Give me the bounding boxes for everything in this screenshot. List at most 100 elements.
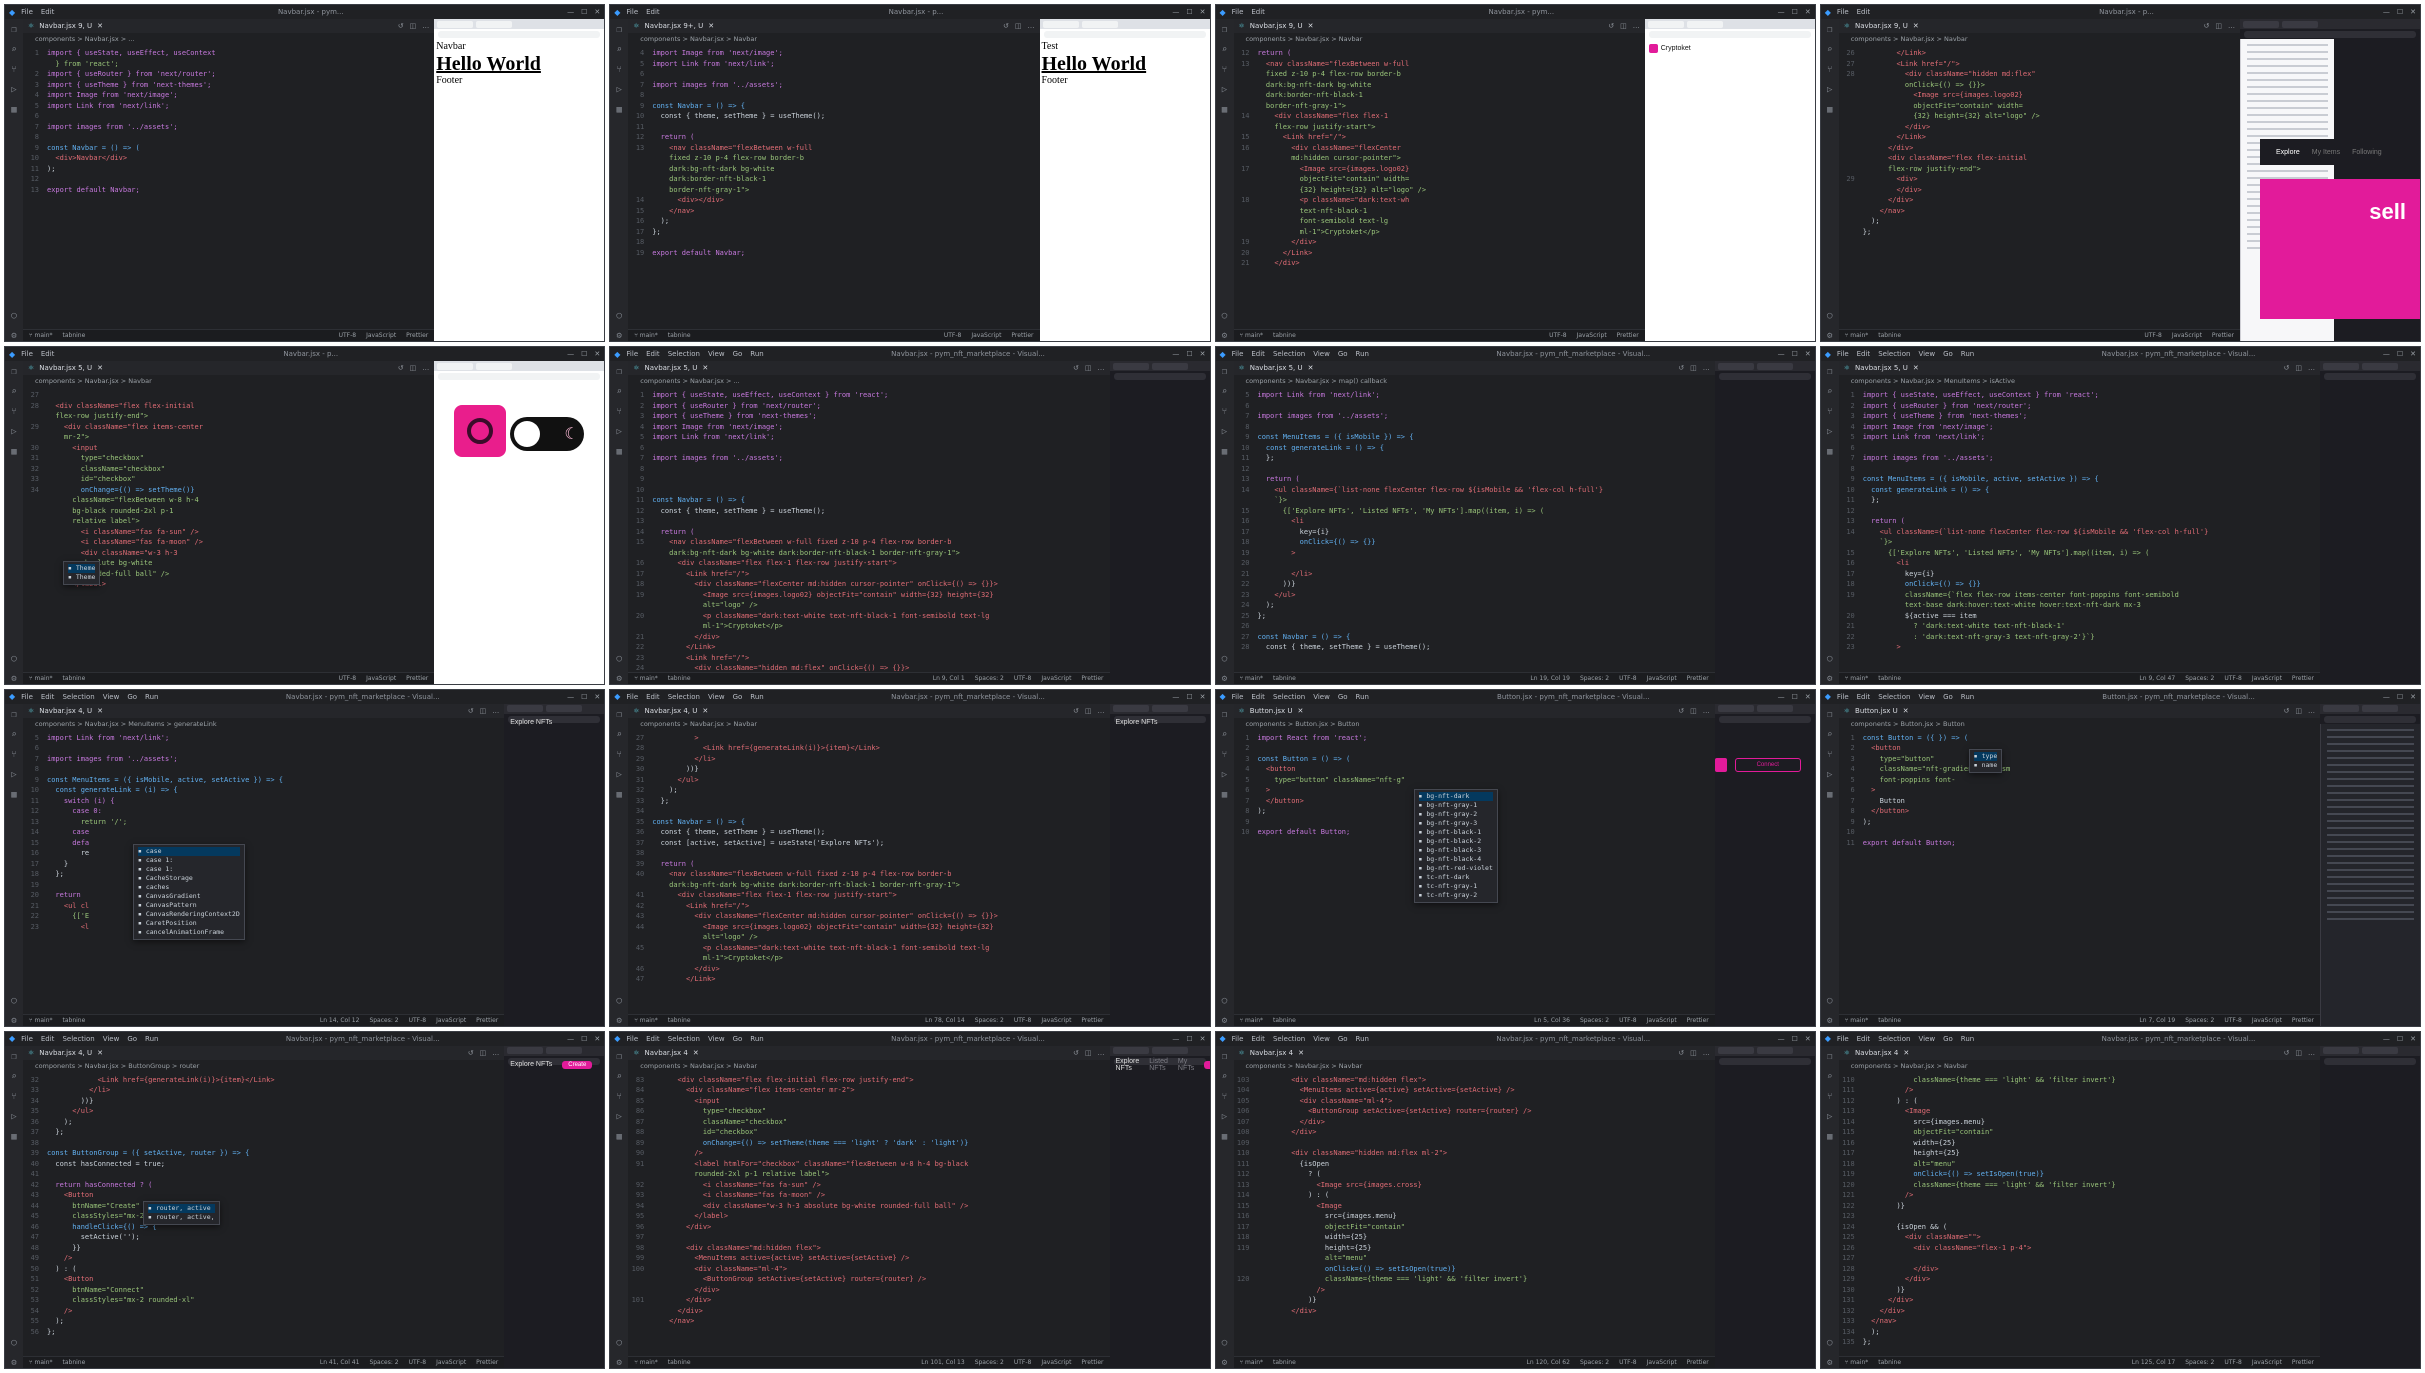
extension-indicator[interactable]: tabnine (1878, 675, 1901, 682)
status-item[interactable]: Ln 9, Col 1 (933, 675, 965, 682)
browser-tab[interactable] (1717, 705, 1754, 712)
extension-indicator[interactable]: tabnine (63, 332, 86, 339)
search-icon[interactable]: ⌕ (11, 45, 16, 55)
search-icon[interactable]: ⌕ (1827, 1072, 1832, 1082)
gear-icon[interactable]: ⚙ (617, 674, 622, 684)
run-debug-icon[interactable]: ▷ (1827, 1112, 1832, 1122)
browser-tab[interactable] (1756, 362, 1793, 370)
minimize-icon[interactable]: — (1778, 1035, 1785, 1043)
menu-item-selection[interactable]: Selection (1878, 350, 1910, 358)
menu-item-view[interactable]: View (708, 350, 725, 358)
status-item[interactable]: Prettier (1617, 332, 1639, 339)
account-icon[interactable]: ◯ (1222, 654, 1227, 664)
close-icon[interactable]: ✕ (594, 1035, 600, 1043)
status-item[interactable]: UTF-8 (339, 332, 357, 339)
maximize-icon[interactable]: ☐ (581, 8, 587, 16)
extensions-icon[interactable]: ▦ (1827, 447, 1832, 457)
status-item[interactable]: Prettier (1687, 1017, 1709, 1024)
maximize-icon[interactable]: ☐ (581, 693, 587, 701)
autocomplete-item[interactable]: ▪ CanvasPattern (138, 901, 240, 910)
more-actions-icon[interactable]: … (1098, 364, 1105, 372)
menu-item-edit[interactable]: Edit (1857, 350, 1871, 358)
status-item[interactable]: JavaScript (1577, 332, 1607, 339)
status-item[interactable]: Prettier (1081, 1359, 1103, 1366)
browser-tab[interactable] (1717, 1047, 1754, 1055)
account-icon[interactable]: ◯ (11, 311, 16, 321)
browser-tab[interactable] (1151, 1047, 1188, 1055)
minimize-icon[interactable]: — (567, 350, 574, 358)
account-icon[interactable]: ◯ (11, 1338, 16, 1348)
file-tab[interactable]: Navbar.jsx 9, U (1855, 22, 1908, 30)
menu-item-go[interactable]: Go (733, 350, 743, 358)
status-item[interactable]: Spaces: 2 (2185, 1017, 2214, 1024)
menu-item-run[interactable]: Run (1961, 350, 1974, 358)
theme-toggle[interactable]: ☾ (510, 417, 585, 452)
timeline-icon[interactable]: ↺ (1073, 364, 1079, 372)
minimize-icon[interactable]: — (1172, 8, 1179, 16)
menu-item-file[interactable]: File (626, 693, 638, 701)
account-icon[interactable]: ◯ (617, 1338, 622, 1348)
branch-indicator[interactable]: ⑂ main* (1240, 332, 1264, 339)
explorer-icon[interactable]: ❐ (11, 25, 16, 35)
status-item[interactable]: Prettier (2212, 332, 2234, 339)
file-tab[interactable]: Navbar.jsx 9, U (39, 22, 92, 30)
autocomplete-item[interactable]: ▪ bg-nft-gray-3 (1419, 819, 1493, 828)
autocomplete-item[interactable]: ▪ router, active (148, 1203, 215, 1213)
status-item[interactable]: UTF-8 (2144, 332, 2162, 339)
status-item[interactable]: Ln 5, Col 36 (1534, 1017, 1570, 1024)
code-area[interactable]: 32 <Link href={generateLink(i)}>{item}</… (23, 1072, 504, 1356)
explorer-icon[interactable]: ❐ (1222, 367, 1227, 377)
minimize-icon[interactable]: — (567, 1035, 574, 1043)
source-control-icon[interactable]: ⑂ (1827, 407, 1832, 417)
menu-item-selection[interactable]: Selection (668, 350, 700, 358)
close-icon[interactable]: ✕ (594, 693, 600, 701)
status-item[interactable]: JavaScript (2252, 1359, 2282, 1366)
browser-tab[interactable] (507, 1047, 544, 1055)
menu-item-edit[interactable]: Edit (41, 8, 55, 16)
status-item[interactable]: UTF-8 (1014, 1359, 1032, 1366)
gear-icon[interactable]: ⚙ (1827, 674, 1832, 684)
autocomplete-popup[interactable]: ▪ bg-nft-dark ▪ bg-nft-gray-1 ▪ bg-nft-gra… (1413, 788, 1498, 903)
more-actions-icon[interactable]: … (1703, 707, 1710, 715)
branch-indicator[interactable]: ⑂ main* (29, 1017, 53, 1024)
timeline-icon[interactable]: ↺ (1608, 22, 1614, 30)
extension-indicator[interactable]: tabnine (668, 675, 691, 682)
close-icon[interactable]: ✕ (1805, 350, 1811, 358)
status-item[interactable]: Prettier (406, 332, 428, 339)
autocomplete-item[interactable]: ▪ name (1974, 761, 1997, 770)
minimize-icon[interactable]: — (1778, 8, 1785, 16)
autocomplete-item[interactable]: ▪ case 1: (138, 856, 240, 865)
account-icon[interactable]: ◯ (617, 996, 622, 1006)
close-icon[interactable]: ✕ (1805, 693, 1811, 701)
extension-indicator[interactable]: tabnine (1878, 332, 1901, 339)
extensions-icon[interactable]: ▦ (617, 105, 622, 115)
menu-item-run[interactable]: Run (1961, 1035, 1974, 1043)
file-tab[interactable]: Navbar.jsx 4 (645, 1049, 688, 1057)
close-tab-icon[interactable]: ✕ (1913, 364, 1919, 372)
close-tab-icon[interactable]: ✕ (97, 22, 103, 30)
close-tab-icon[interactable]: ✕ (97, 707, 103, 715)
more-actions-icon[interactable]: … (1028, 22, 1035, 30)
status-item[interactable]: JavaScript (366, 332, 396, 339)
status-item[interactable]: Ln 78, Col 14 (925, 1017, 965, 1024)
nav-explore[interactable]: Explore (2276, 149, 2300, 156)
status-item[interactable]: JavaScript (1647, 675, 1677, 682)
file-tab[interactable]: Navbar.jsx 4 (1855, 1049, 1898, 1057)
explorer-icon[interactable]: ❐ (1827, 25, 1832, 35)
status-item[interactable]: Spaces: 2 (1580, 1017, 1609, 1024)
create-button[interactable]: Create (562, 1060, 593, 1069)
menu-item-edit[interactable]: Edit (1251, 350, 1265, 358)
menu-item-edit[interactable]: Edit (41, 693, 55, 701)
browser-tab[interactable] (1112, 705, 1149, 712)
menu-item-view[interactable]: View (103, 693, 120, 701)
code-area[interactable]: 83 <div className="flex flex-initial fle… (628, 1072, 1109, 1356)
menu-item-run[interactable]: Run (145, 693, 158, 701)
autocomplete-item[interactable]: ▪ cancelAnimationFrame (138, 928, 240, 937)
menu-item-edit[interactable]: Edit (1857, 1035, 1871, 1043)
run-debug-icon[interactable]: ▷ (11, 1112, 16, 1122)
extension-indicator[interactable]: tabnine (668, 1017, 691, 1024)
menu-item-run[interactable]: Run (1356, 693, 1369, 701)
explorer-icon[interactable]: ❐ (617, 710, 622, 720)
split-editor-icon[interactable]: ◫ (480, 1049, 487, 1057)
status-item[interactable]: JavaScript (2252, 1017, 2282, 1024)
